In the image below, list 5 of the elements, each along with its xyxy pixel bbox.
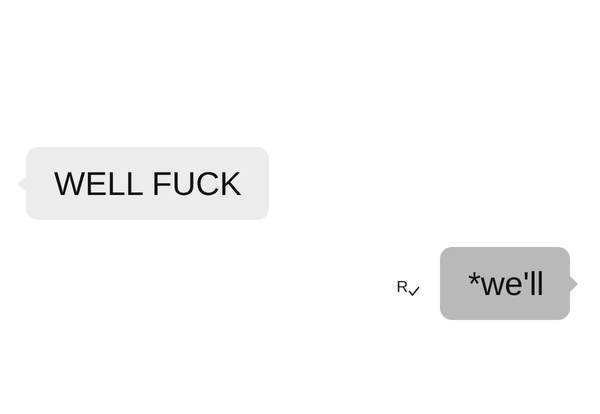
message-bubble: *we'll xyxy=(440,247,570,320)
check-icon xyxy=(408,286,420,296)
read-receipt: R xyxy=(396,280,408,296)
message-bubble: WELL FUCK xyxy=(26,147,269,220)
bubble-tail xyxy=(570,276,578,292)
